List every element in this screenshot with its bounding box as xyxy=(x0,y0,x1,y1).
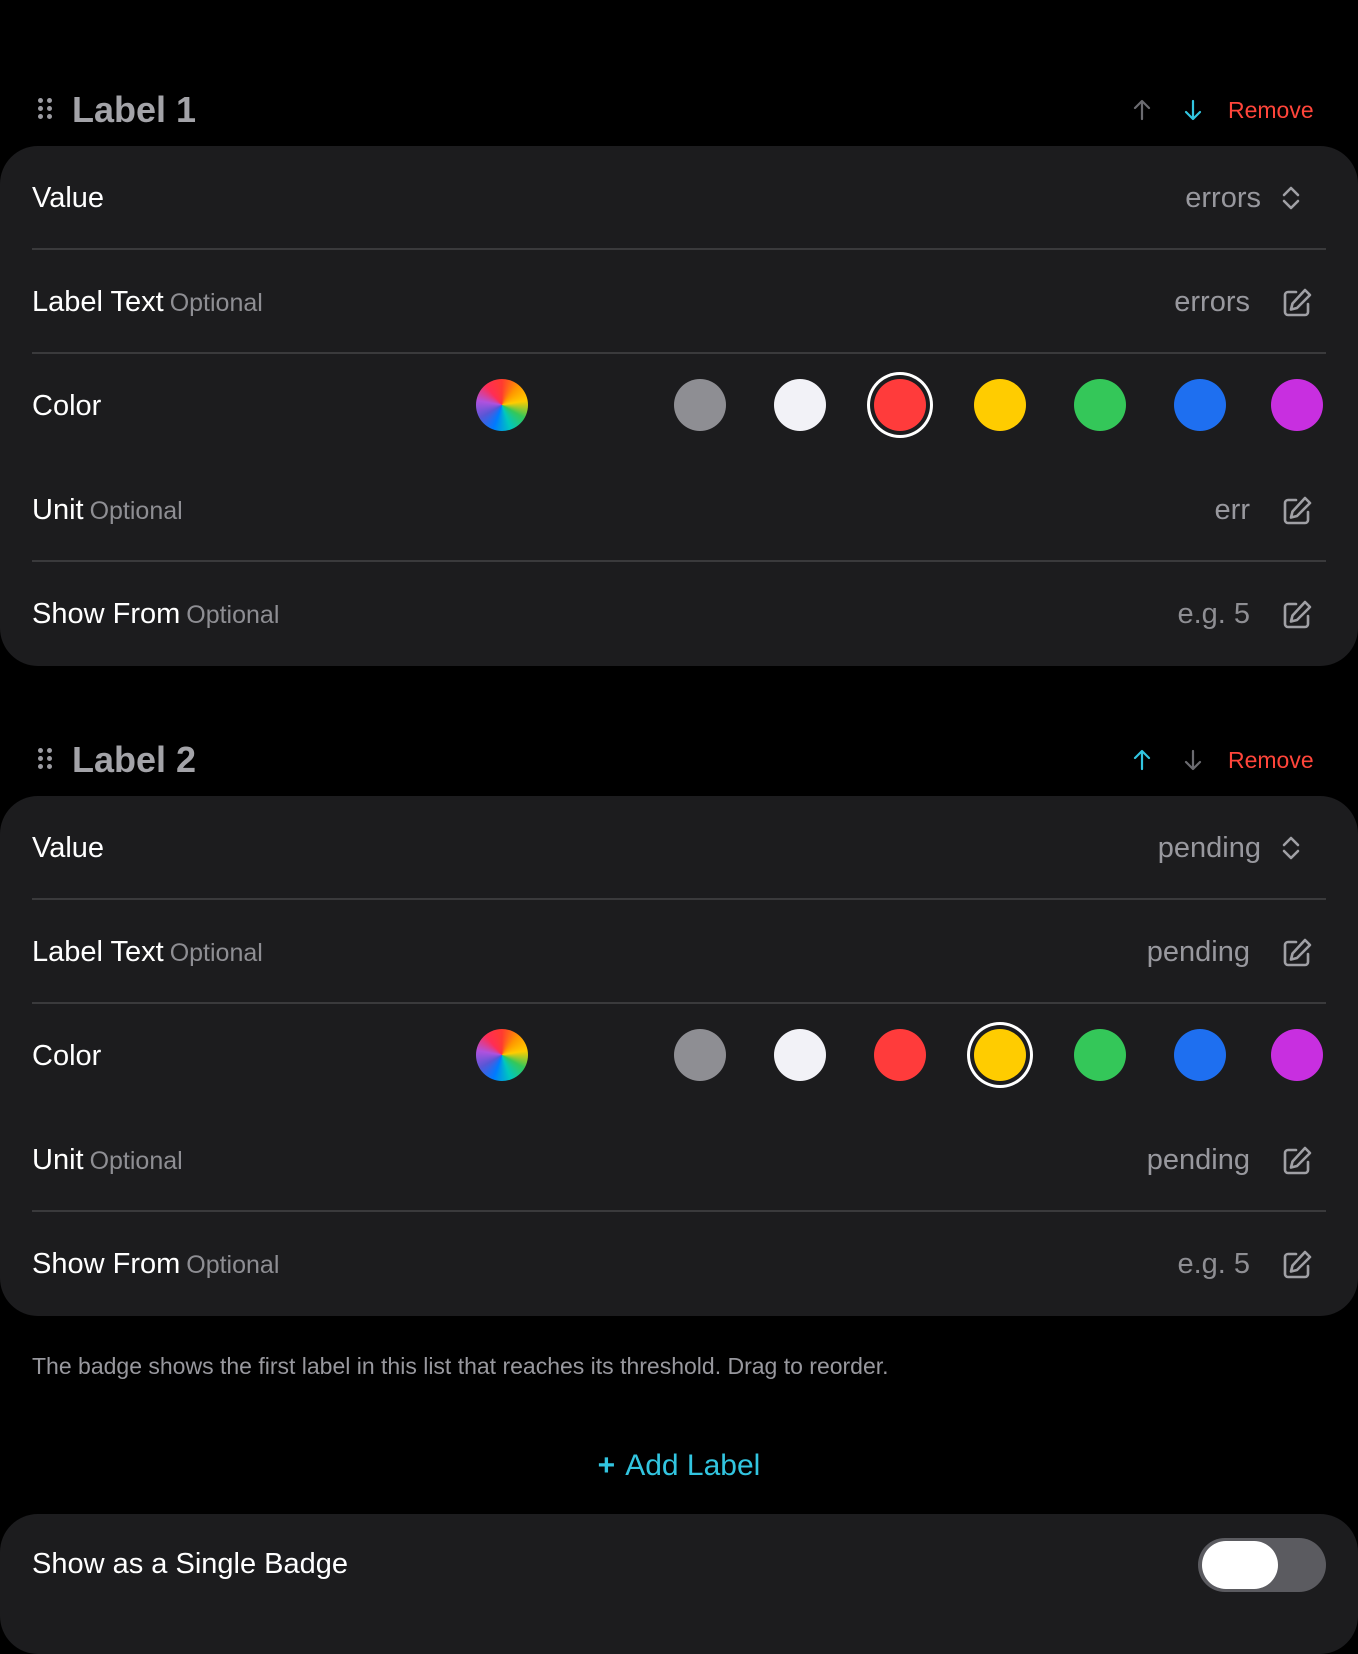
single-badge-card: Show as a Single Badge xyxy=(0,1514,1358,1654)
label-2-header: Label 2 Remove xyxy=(0,720,1358,800)
edit-icon[interactable] xyxy=(1280,598,1314,632)
edit-icon[interactable] xyxy=(1280,1144,1314,1178)
label-text-label: Label Text Optional xyxy=(32,936,263,968)
arrow-up-icon xyxy=(1133,749,1151,771)
color-swatch-blue[interactable] xyxy=(1174,1029,1226,1081)
value-row[interactable]: Value pending xyxy=(0,796,1358,900)
edit-icon[interactable] xyxy=(1280,1248,1314,1282)
optional-hint: Optional xyxy=(89,1147,183,1175)
arrow-down-icon xyxy=(1184,99,1202,121)
unit-row[interactable]: Unit Optional pending xyxy=(0,1108,1358,1212)
edit-icon[interactable] xyxy=(1280,494,1314,528)
color-swatch-purple[interactable] xyxy=(1271,1029,1323,1081)
remove-button[interactable]: Remove xyxy=(1228,742,1314,778)
label-text-input[interactable]: pending xyxy=(1147,930,1250,974)
arrow-up-icon xyxy=(1133,99,1151,121)
color-row: Color xyxy=(0,354,1358,458)
color-swatch-yellow[interactable] xyxy=(974,379,1026,431)
edit-icon[interactable] xyxy=(1280,286,1314,320)
arrow-down-icon xyxy=(1184,749,1202,771)
show-from-row[interactable]: Show From Optional e.g. 5 xyxy=(0,562,1358,666)
value-row[interactable]: Value errors xyxy=(0,146,1358,250)
move-down-button[interactable] xyxy=(1175,92,1211,128)
color-swatch-custom[interactable] xyxy=(476,379,528,431)
color-swatch-gray[interactable] xyxy=(674,379,726,431)
move-up-button[interactable] xyxy=(1124,742,1160,778)
color-swatch-red[interactable] xyxy=(874,379,926,431)
plus-icon: + xyxy=(597,1449,616,1482)
show-from-row[interactable]: Show From Optional e.g. 5 xyxy=(0,1212,1358,1316)
unit-label: Unit Optional xyxy=(32,494,183,526)
optional-hint: Optional xyxy=(169,289,263,317)
optional-hint: Optional xyxy=(186,1251,280,1279)
label-1-card: Value errors Label Text Optional errors C… xyxy=(0,146,1358,666)
show-from-input[interactable]: e.g. 5 xyxy=(1177,592,1250,636)
label-1-title: Label 1 xyxy=(72,89,197,130)
color-swatch-white[interactable] xyxy=(774,1029,826,1081)
color-swatch-white[interactable] xyxy=(774,379,826,431)
optional-hint: Optional xyxy=(169,939,263,967)
add-label-text: Add Label xyxy=(625,1449,761,1482)
label-text-row[interactable]: Label Text Optional pending xyxy=(0,900,1358,1004)
color-label: Color xyxy=(32,1040,102,1072)
unit-input[interactable]: err xyxy=(1215,488,1250,532)
label-settings-screen: Label 1 Remove Value errors Label Text Op… xyxy=(0,0,1358,1654)
optional-hint: Optional xyxy=(89,497,183,525)
color-swatch-gray[interactable] xyxy=(674,1029,726,1081)
value-select[interactable]: errors xyxy=(1185,176,1261,220)
add-label-button[interactable]: + Add Label xyxy=(0,1444,1358,1488)
edit-icon[interactable] xyxy=(1280,936,1314,970)
single-badge-label: Show as a Single Badge xyxy=(32,1548,348,1580)
color-swatch-custom[interactable] xyxy=(476,1029,528,1081)
label-2-card: Value pending Label Text Optional pending… xyxy=(0,796,1358,1316)
color-swatch-blue[interactable] xyxy=(1174,379,1226,431)
color-row: Color xyxy=(0,1004,1358,1108)
value-label: Value xyxy=(32,832,105,864)
label-text-label: Label Text Optional xyxy=(32,286,263,318)
drag-handle-icon[interactable] xyxy=(38,98,54,122)
move-down-button[interactable] xyxy=(1175,742,1211,778)
label-1-header: Label 1 Remove xyxy=(0,70,1358,150)
toggle-knob xyxy=(1202,1541,1278,1589)
show-from-input[interactable]: e.g. 5 xyxy=(1177,1242,1250,1286)
move-up-button[interactable] xyxy=(1124,92,1160,128)
value-label: Value xyxy=(32,182,105,214)
remove-button[interactable]: Remove xyxy=(1228,92,1314,128)
color-swatch-green[interactable] xyxy=(1074,1029,1126,1081)
value-select[interactable]: pending xyxy=(1158,826,1261,870)
unit-label: Unit Optional xyxy=(32,1144,183,1176)
label-2-title: Label 2 xyxy=(72,739,197,780)
label-text-row[interactable]: Label Text Optional errors xyxy=(0,250,1358,354)
color-label: Color xyxy=(32,390,102,422)
color-swatch-green[interactable] xyxy=(1074,379,1126,431)
show-from-label: Show From Optional xyxy=(32,1248,280,1280)
footer-note: The badge shows the first label in this … xyxy=(32,1353,889,1379)
drag-handle-icon[interactable] xyxy=(38,748,54,772)
color-swatch-red[interactable] xyxy=(874,1029,926,1081)
chevron-up-down-icon[interactable] xyxy=(1279,184,1303,212)
optional-hint: Optional xyxy=(186,601,280,629)
color-swatch-purple[interactable] xyxy=(1271,379,1323,431)
chevron-up-down-icon[interactable] xyxy=(1279,834,1303,862)
unit-input[interactable]: pending xyxy=(1147,1138,1250,1182)
label-text-input[interactable]: errors xyxy=(1174,280,1250,324)
show-from-label: Show From Optional xyxy=(32,598,280,630)
unit-row[interactable]: Unit Optional err xyxy=(0,458,1358,562)
single-badge-toggle[interactable] xyxy=(1198,1538,1326,1592)
color-swatch-yellow[interactable] xyxy=(974,1029,1026,1081)
